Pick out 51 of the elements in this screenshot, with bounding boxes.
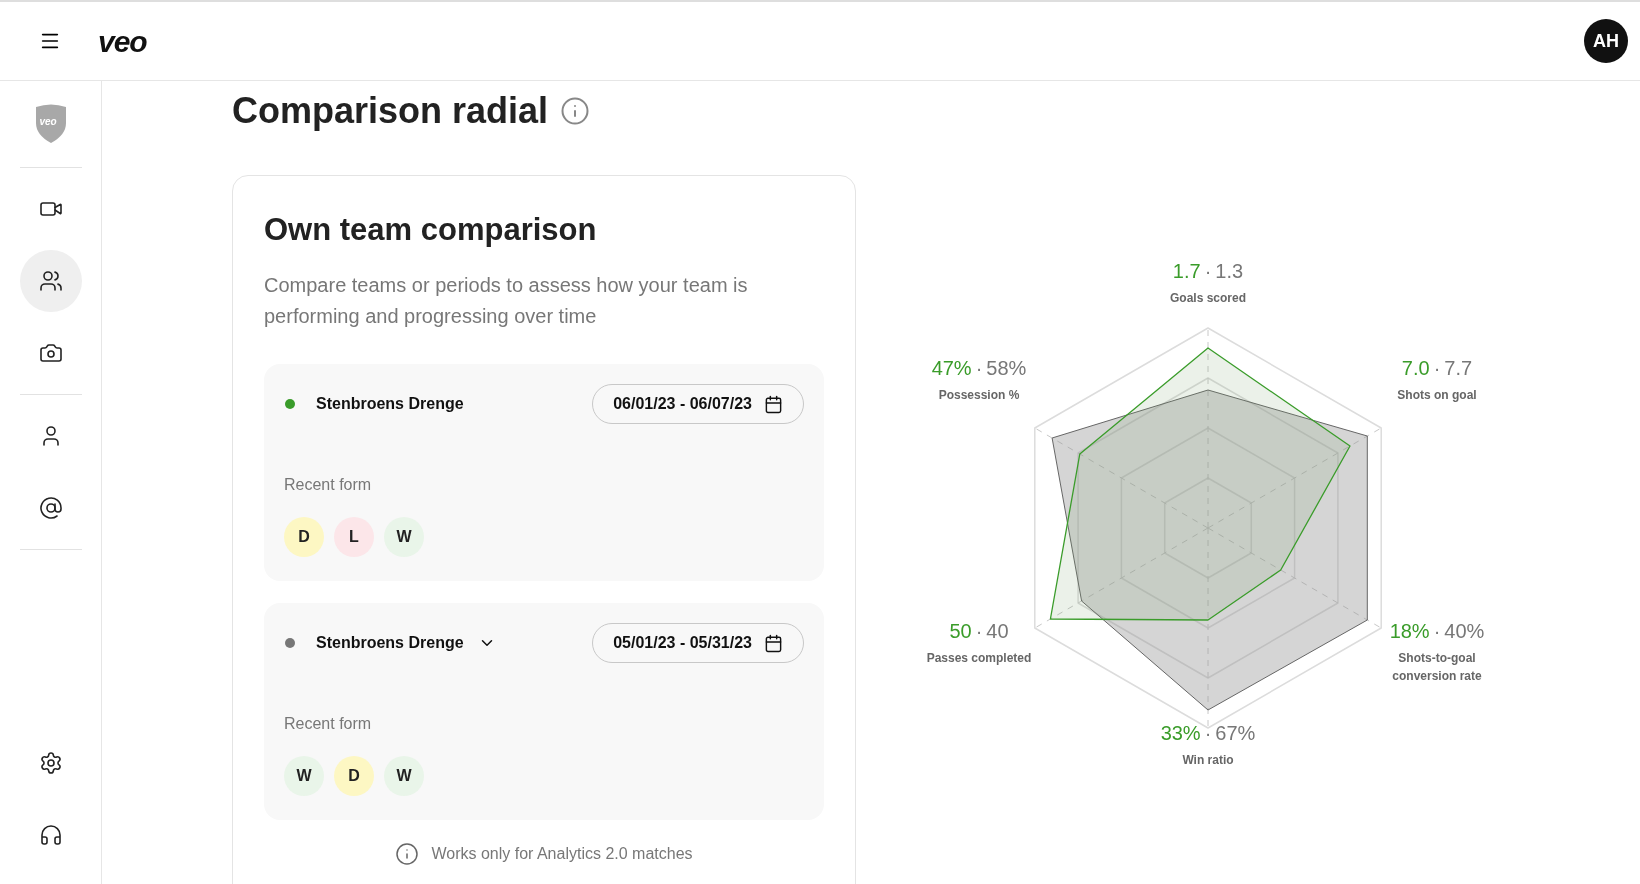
comparison-value: 7.7	[1444, 356, 1473, 381]
form-result: W	[384, 756, 424, 796]
comparison-value: 1.3	[1215, 259, 1244, 284]
shield-icon	[33, 103, 68, 143]
at-sign-icon	[38, 496, 63, 520]
comparison-value: 67%	[1215, 721, 1256, 746]
info-icon	[395, 842, 420, 866]
calendar-icon	[764, 394, 783, 414]
axis-label: Shots-to-goal conversion rate	[1391, 650, 1483, 685]
axis-label: Passes completed	[925, 650, 1033, 667]
shield-text: veo	[39, 115, 57, 129]
separator-dot: ·	[1433, 356, 1441, 381]
axis-label: Win ratio	[1181, 752, 1235, 769]
logo[interactable]: veo	[98, 18, 147, 64]
own-value: 18%	[1389, 619, 1430, 644]
own-value: 50	[949, 619, 972, 644]
axis-label: Shots on goal	[1396, 387, 1478, 404]
form-result: D	[334, 756, 374, 796]
comparison-value: 40%	[1444, 619, 1485, 644]
separator-dot: ·	[1204, 721, 1212, 746]
headset-icon	[38, 823, 63, 847]
people-icon	[38, 269, 63, 293]
axis-label: Possession %	[937, 387, 1021, 404]
info-icon[interactable]	[560, 96, 591, 126]
comparison-value: 58%	[986, 356, 1027, 381]
separator-dot: ·	[975, 619, 983, 644]
axis-label: Goals scored	[1169, 290, 1247, 307]
form-result: L	[334, 517, 374, 557]
own-value: 47%	[931, 356, 972, 381]
team-select[interactable]: Stenbroens Drenge	[316, 631, 496, 655]
comparison-value: 40	[986, 619, 1009, 644]
separator-dot: ·	[1433, 619, 1441, 644]
own-value: 7.0	[1401, 356, 1430, 381]
form-result: W	[284, 756, 324, 796]
camera-icon	[38, 341, 63, 365]
separator-dot: ·	[975, 356, 983, 381]
analytics-note: Works only for Analytics 2.0 matches	[431, 844, 693, 864]
own-value: 33%	[1160, 721, 1201, 746]
form-result: W	[384, 517, 424, 557]
calendar-icon	[764, 633, 783, 653]
avatar[interactable]: AH	[1584, 19, 1628, 63]
card-title: Own team comparison	[264, 211, 598, 249]
recent-form-label: Recent form	[284, 475, 373, 495]
settings-icon	[38, 751, 63, 775]
form-result: D	[284, 517, 324, 557]
separator-dot: ·	[1204, 259, 1212, 284]
card-description: Compare teams or periods to assess how your team is performing and progressing over time	[264, 273, 749, 329]
team-name: Stenbroens Drenge	[316, 394, 464, 414]
recent-form-label: Recent form	[284, 714, 373, 734]
page-title: Comparison radial	[232, 89, 549, 133]
own-value: 1.7	[1172, 259, 1201, 284]
